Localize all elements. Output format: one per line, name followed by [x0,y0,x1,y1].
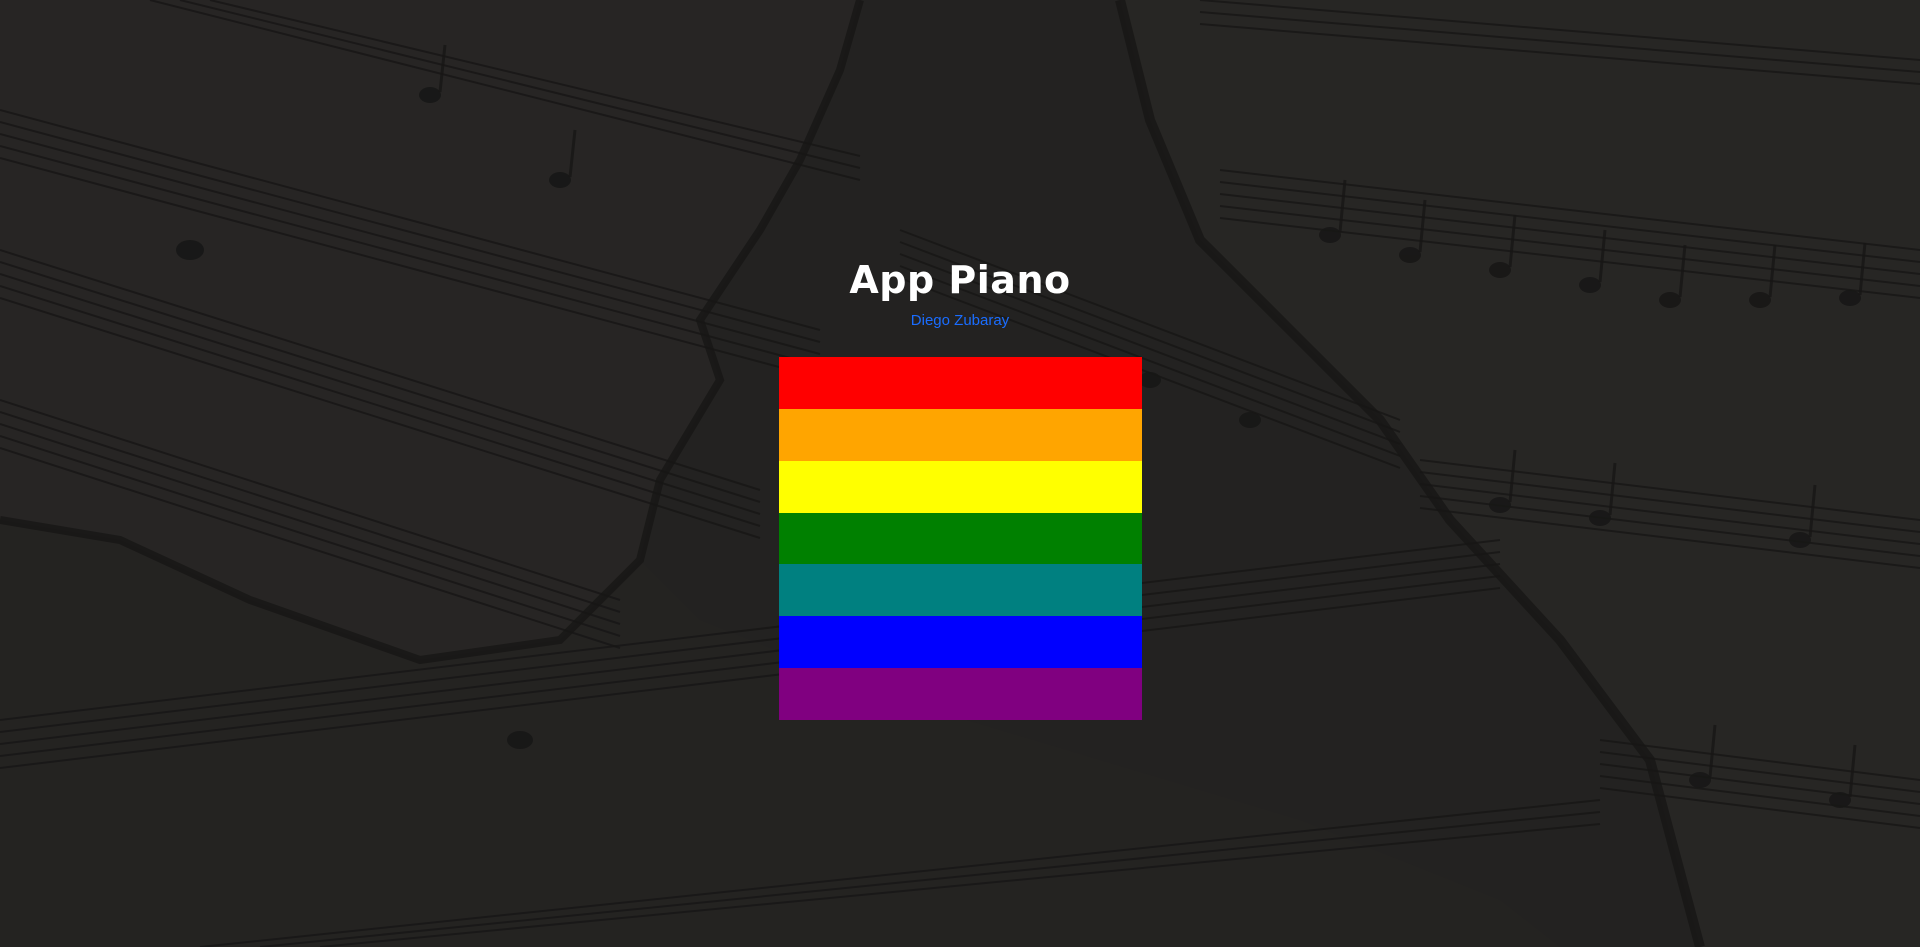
author-link[interactable]: Diego Zubaray [911,312,1009,329]
key-teal[interactable] [779,564,1142,617]
page-title: App Piano [849,258,1071,303]
key-red[interactable] [779,357,1142,409]
key-orange[interactable] [779,408,1142,461]
author-credit: Diego Zubaray [0,313,1920,328]
key-yellow[interactable] [779,460,1142,513]
key-blue[interactable] [779,616,1142,669]
key-purple[interactable] [779,668,1142,721]
piano-keyboard [779,357,1142,721]
key-green[interactable] [779,512,1142,565]
